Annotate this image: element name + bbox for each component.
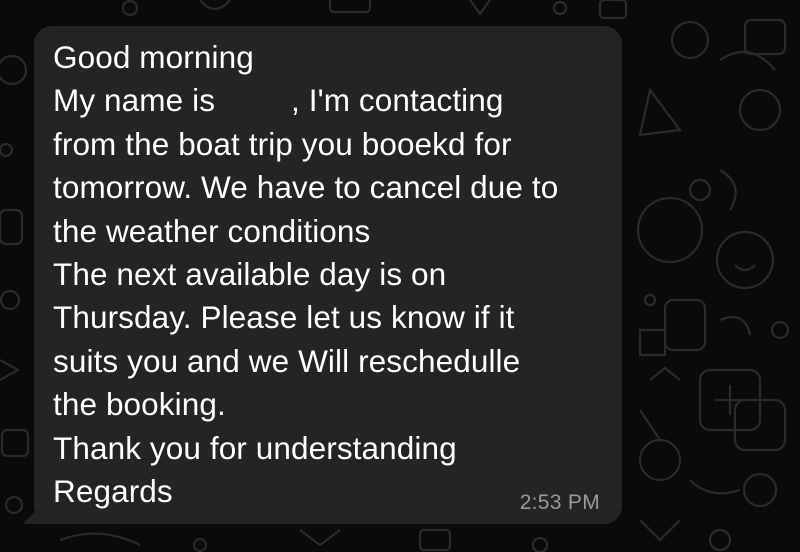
message-line: Good morning	[53, 39, 254, 75]
message-line: suits you and we Will reschedulle	[53, 342, 521, 379]
message-timestamp: 2:53 PM	[519, 491, 600, 514]
message-line-start: My name is	[53, 82, 216, 119]
message-line-end: , I'm contacting	[291, 82, 504, 119]
message-line: tomorrow. We have to cancel due to	[53, 169, 559, 206]
message-line: the weather conditions	[53, 212, 371, 249]
message-line: from the boat trip you booekd for	[53, 125, 512, 162]
message-line: the booking.	[53, 386, 226, 423]
message-text: Good morning My name is, I'm contacting …	[53, 36, 602, 513]
message-bubble[interactable]: Good morning My name is, I'm contacting …	[34, 26, 622, 524]
message-line: The next available day is on	[53, 256, 447, 293]
message-line: Thank you for understanding	[53, 429, 457, 466]
message-line: My name is , I'm contacting	[53, 79, 602, 122]
message-line: Thursday. Please let us know if it	[53, 299, 515, 336]
